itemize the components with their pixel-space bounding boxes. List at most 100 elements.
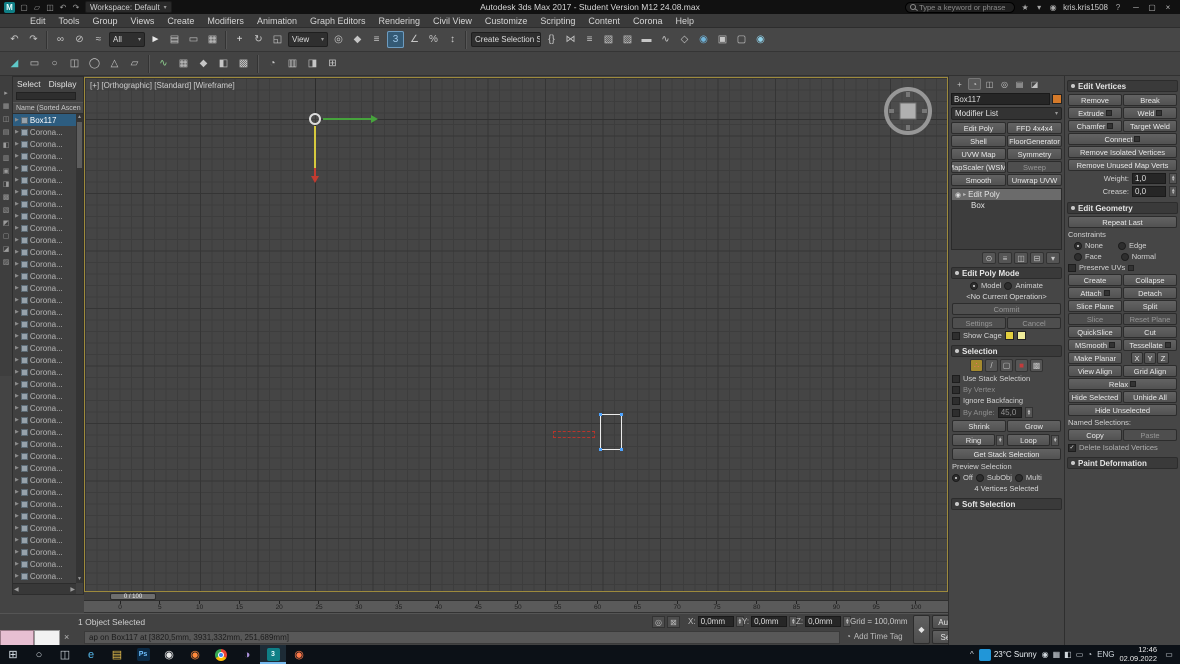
commit-button[interactable]: Commit (952, 303, 1061, 315)
crease-field[interactable]: 0,0 (1132, 186, 1166, 197)
align-icon[interactable]: ≡ (581, 31, 598, 48)
rectangular-selection-region-icon[interactable]: ▭ (185, 31, 202, 48)
constraint-normal-radio[interactable] (1121, 253, 1129, 261)
modifier-sweep-button[interactable]: Sweep (1007, 161, 1062, 173)
cortana-search-icon[interactable]: ○ (26, 645, 52, 664)
scene-object-row[interactable]: ▶Corona... (13, 306, 76, 318)
x-coordinate-field[interactable]: 0,0mm (698, 616, 734, 627)
select-and-link-icon[interactable]: ∞ (52, 31, 69, 48)
toggle-layer-explorer-icon[interactable]: ▨ (619, 31, 636, 48)
repeat-last-button[interactable]: Repeat Last (1068, 216, 1177, 228)
scene-object-row[interactable]: ▶Corona... (13, 402, 76, 414)
settings-button[interactable]: Settings (952, 317, 1006, 329)
spinner-snap-icon[interactable]: ↕ (444, 31, 461, 48)
menu-item-animation[interactable]: Animation (257, 16, 297, 26)
hierarchy-tab-icon[interactable]: ◫ (983, 78, 996, 90)
scroll-up-icon[interactable]: ▲ (76, 114, 83, 121)
eg-y-button[interactable]: Y (1144, 352, 1156, 364)
cancel-button[interactable]: Cancel (1007, 317, 1061, 329)
explorer-menu-select[interactable]: Select (17, 79, 41, 89)
action-center-icon[interactable]: ▭ (1162, 650, 1176, 659)
menu-item-create[interactable]: Create (167, 16, 194, 26)
explorer-name-column-header[interactable]: Name (Sorted Ascen (13, 102, 83, 114)
ev-chamfer-settings-icon[interactable] (1107, 123, 1113, 129)
help-icon[interactable]: ? (1112, 1, 1124, 13)
selection-filter-dropdown[interactable]: All▾ (109, 32, 145, 47)
scene-object-row[interactable]: ▶Corona... (13, 546, 76, 558)
scene-object-row[interactable]: ▶Corona... (13, 378, 76, 390)
scene-object-row[interactable]: ▶Corona... (13, 390, 76, 402)
paste-button[interactable]: Paste (1123, 429, 1177, 441)
modifier-mapscaler-wsm-button[interactable]: MapScaler (WSM) (951, 161, 1006, 173)
edit-geometry-header[interactable]: Edit Geometry (1067, 202, 1178, 214)
ev-weld-button[interactable]: Weld (1123, 107, 1177, 119)
set-keys-button[interactable]: ◆ (913, 615, 930, 644)
scene-object-row[interactable]: ▶Corona... (13, 438, 76, 450)
scene-object-row[interactable]: ▶Corona... (13, 294, 76, 306)
ev-connect-button[interactable]: Connect (1068, 133, 1177, 145)
new-scene-icon[interactable]: ▢ (18, 1, 30, 13)
corona-renderer-icon[interactable]: ◉ (286, 645, 312, 664)
eg-relax-settings-icon[interactable] (1130, 381, 1136, 387)
cage-color-swatch[interactable] (1005, 331, 1014, 340)
shrink-button[interactable]: Shrink (952, 420, 1006, 432)
redo-icon[interactable]: ↷ (70, 1, 82, 13)
ev-chamfer-button[interactable]: Chamfer (1068, 120, 1122, 132)
ev-target-weld-button[interactable]: Target Weld (1123, 120, 1177, 132)
eg-z-button[interactable]: Z (1157, 352, 1169, 364)
ev-connect-settings-icon[interactable] (1134, 136, 1140, 142)
explorer-vertical-scrollbar[interactable]: ▲ ▼ (76, 114, 83, 583)
explorer-search-field[interactable] (16, 92, 76, 100)
tray-icon[interactable]: ◔ (1087, 650, 1092, 659)
scene-object-row[interactable]: ▶Corona... (13, 234, 76, 246)
ribbon-tool-icon[interactable]: △ (106, 55, 123, 72)
scene-object-row[interactable]: ▶Corona... (13, 366, 76, 378)
ribbon-tool-icon[interactable]: ○ (46, 55, 63, 72)
bind-to-space-warp-icon[interactable]: ≈ (90, 31, 107, 48)
utilities-tab-icon[interactable]: ◪ (1028, 78, 1041, 90)
notifications-icon[interactable]: ▾ (1033, 1, 1045, 13)
tray-icon[interactable]: ◧ (1064, 650, 1072, 659)
eg-unhide-all-button[interactable]: Unhide All (1123, 391, 1177, 403)
eg-create-button[interactable]: Create (1068, 274, 1122, 286)
scene-object-row[interactable]: ▶Corona... (13, 198, 76, 210)
menu-item-customize[interactable]: Customize (485, 16, 528, 26)
configure-modifier-sets-icon[interactable]: ▾ (1046, 252, 1060, 264)
eg-slice-button[interactable]: Slice (1068, 313, 1122, 325)
vertex-handle[interactable] (620, 448, 623, 451)
preview-subobj-radio[interactable] (976, 474, 984, 482)
scene-object-row[interactable]: ▶Corona... (13, 414, 76, 426)
scene-object-row[interactable]: ▶Box117 (13, 114, 76, 126)
timeline-ruler[interactable]: 0510152025303540455055606570758085909510… (84, 601, 948, 613)
media-app-icon[interactable]: ◉ (156, 645, 182, 664)
ev-remove-isolated-vertices-button[interactable]: Remove Isolated Vertices (1068, 146, 1177, 158)
scene-object-row[interactable]: ▶Corona... (13, 354, 76, 366)
paint-deformation-header[interactable]: Paint Deformation (1067, 457, 1178, 469)
selection-lock-icon[interactable]: ⊠ (667, 616, 680, 628)
menu-item-edit[interactable]: Edit (30, 16, 46, 26)
scene-object-row[interactable]: ▶Corona... (13, 534, 76, 546)
time-slider-track[interactable]: 0 / 100 (84, 592, 948, 601)
tray-icon[interactable]: ◉ (1042, 650, 1049, 659)
explorer-display-toggle-icon[interactable]: ▥ (1, 153, 11, 163)
schematic-view-icon[interactable]: ◇ (676, 31, 693, 48)
ribbon-tool-icon[interactable]: ▭ (26, 55, 43, 72)
preview-off-radio[interactable] (952, 474, 960, 482)
explorer-display-toggle-icon[interactable]: ◩ (1, 218, 11, 228)
ribbon-tool-icon[interactable]: ◯ (86, 55, 103, 72)
constraint-face-radio[interactable] (1074, 253, 1082, 261)
menu-item-rendering[interactable]: Rendering (379, 16, 421, 26)
curve-editor-icon[interactable]: ∿ (657, 31, 674, 48)
ribbon-tool-icon[interactable]: ▩ (235, 55, 252, 72)
menu-item-graph-editors[interactable]: Graph Editors (310, 16, 366, 26)
explorer-display-toggle-icon[interactable]: ▨ (1, 257, 11, 267)
eg-slice-plane-button[interactable]: Slice Plane (1068, 300, 1122, 312)
scene-object-row[interactable]: ▶Corona... (13, 462, 76, 474)
select-object-icon[interactable]: ► (147, 31, 164, 48)
model-radio[interactable] (970, 282, 978, 290)
eg-attach-settings-icon[interactable] (1104, 290, 1110, 296)
create-tab-icon[interactable]: + (953, 78, 966, 90)
scene-object-row[interactable]: ▶Corona... (13, 318, 76, 330)
polygon-mode-icon[interactable]: ■ (1015, 359, 1028, 372)
scene-object-row[interactable]: ▶Corona... (13, 222, 76, 234)
